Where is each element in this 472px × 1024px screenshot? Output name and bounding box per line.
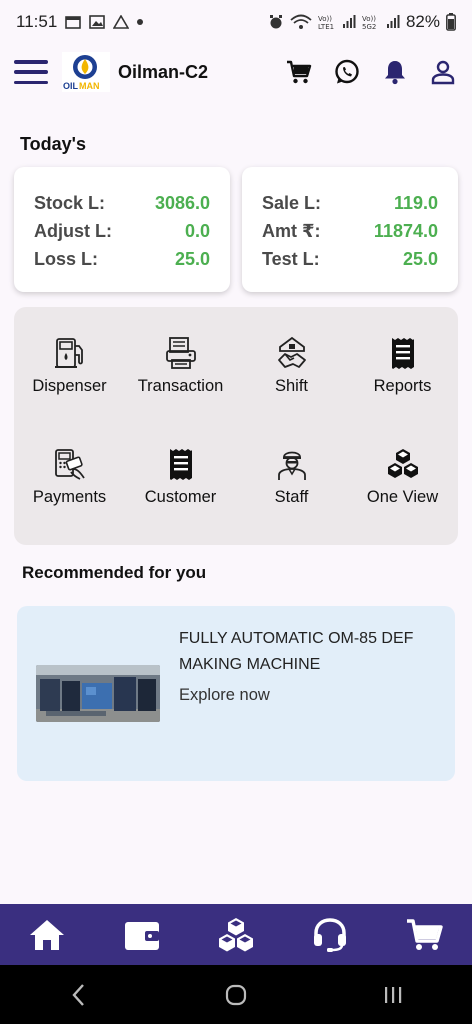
notification-dot-icon [137,19,144,25]
status-left: 11:51 [16,12,144,32]
stat-row: Amt ₹: 11874.0 [262,217,438,245]
volte-icon: Vo))LTE1 [318,15,334,30]
whatsapp-icon[interactable] [334,59,360,85]
home-icon[interactable] [25,913,69,957]
wifi-icon [290,14,312,29]
menu-grid: Dispenser Transaction Shift Reports Paym… [14,307,458,545]
stat-value: 25.0 [174,248,210,269]
svg-text:5G2: 5G2 [362,23,376,30]
stat-label: Loss L: [34,248,99,269]
menu-label: Shift [274,377,309,395]
receipt-icon [385,335,421,371]
recommended-card[interactable]: FULLY AUTOMATIC OM-85 DEF MAKING MACHINE… [17,606,455,781]
status-right: Vo)) LTE1 Vo)) 5G2 82% [268,12,456,32]
stat-value: 3086.0 [154,192,210,213]
receipt-icon [163,446,199,482]
todays-title: Today's [20,134,86,154]
menu-label: One View [366,488,439,506]
home-circle-icon[interactable] [216,975,256,1015]
fuel-pump-icon [52,335,88,371]
bottom-nav [0,904,472,965]
svg-text:Vo)): Vo)) [362,15,376,23]
menu-item-payments[interactable]: Payments [14,446,125,557]
sales-card: Sale L: 119.0 Amt ₹: 11874.0 Test L: 25.… [242,167,458,292]
cart-icon[interactable] [286,59,312,85]
signal-icon-2 [386,15,400,28]
user-icon[interactable] [430,59,456,85]
menu-label: Payments [32,488,107,506]
battery-icon [446,13,456,31]
menu-item-transaction[interactable]: Transaction [125,335,236,446]
bell-icon[interactable] [382,59,408,85]
stat-value: 119.0 [393,192,438,213]
cubes-icon[interactable] [214,913,258,957]
header-actions [286,59,458,85]
volte-5g-icon: Vo))5G2 [362,15,376,30]
menu-icon[interactable] [14,60,48,84]
menu-label: Transaction [137,377,224,395]
stat-value: 0.0 [184,220,210,241]
svg-text:MAN: MAN [79,81,100,91]
handshake-icon [274,335,310,371]
cart-icon[interactable] [403,913,447,957]
stat-label: Sale L: [262,192,322,213]
stat-label: Stock L: [34,192,106,213]
card-payment-icon [52,446,88,482]
status-bar: 11:51 Vo)) LTE1 Vo)) 5G2 82% [0,0,472,44]
system-nav-bar [0,965,472,1024]
headset-icon[interactable] [308,913,352,957]
calendar-icon [65,16,82,29]
menu-item-one-view[interactable]: One View [347,446,458,557]
recent-apps-icon[interactable] [373,975,413,1015]
stat-value: 11874.0 [373,220,438,241]
svg-text:Vo)): Vo)) [318,15,332,23]
oilman-logo: OIL MAN [62,52,110,92]
menu-label: Customer [144,488,217,506]
stat-label: Test L: [262,248,320,269]
stat-row: Test L: 25.0 [262,245,438,273]
status-time: 11:51 [16,12,58,31]
stat-row: Stock L: 3086.0 [34,189,210,217]
menu-item-staff[interactable]: Staff [236,446,347,557]
menu-item-shift[interactable]: Shift [236,335,347,446]
app-title: Oilman-C2 [118,61,209,82]
menu-item-customer[interactable]: Customer [125,446,236,557]
stat-value: 25.0 [402,248,438,269]
battery-percent: 82% [405,12,440,31]
drive-icon [113,15,130,29]
back-icon[interactable] [59,975,99,1015]
stat-row: Adjust L: 0.0 [34,217,210,245]
stat-row: Loss L: 25.0 [34,245,210,273]
receipt-printer-icon [163,335,199,371]
menu-item-dispenser[interactable]: Dispenser [14,335,125,446]
gallery-icon [89,15,106,29]
menu-label: Dispenser [32,377,107,395]
menu-label: Staff [274,488,309,506]
svg-text:LTE1: LTE1 [318,23,334,30]
alarm-icon [269,15,282,29]
menu-label: Reports [373,377,432,395]
signal-icon [342,15,356,28]
staff-icon [274,446,310,482]
app-header: OIL MAN Oilman-C2 [0,44,472,100]
svg-text:OIL: OIL [63,81,79,91]
cubes-icon [385,446,421,482]
explore-now-link[interactable]: Explore now [179,686,270,705]
stock-card: Stock L: 3086.0 Adjust L: 0.0 Loss L: 25… [14,167,230,292]
recommended-title: Recommended for you [22,563,207,582]
stat-row: Sale L: 119.0 [262,189,438,217]
menu-item-reports[interactable]: Reports [347,335,458,446]
machine-image [36,665,160,722]
stat-label: Adjust L: [34,220,112,241]
stat-label: Amt ₹: [262,220,321,241]
recommended-card-title: FULLY AUTOMATIC OM-85 DEF MAKING MACHINE [179,630,414,673]
wallet-icon[interactable] [120,913,164,957]
